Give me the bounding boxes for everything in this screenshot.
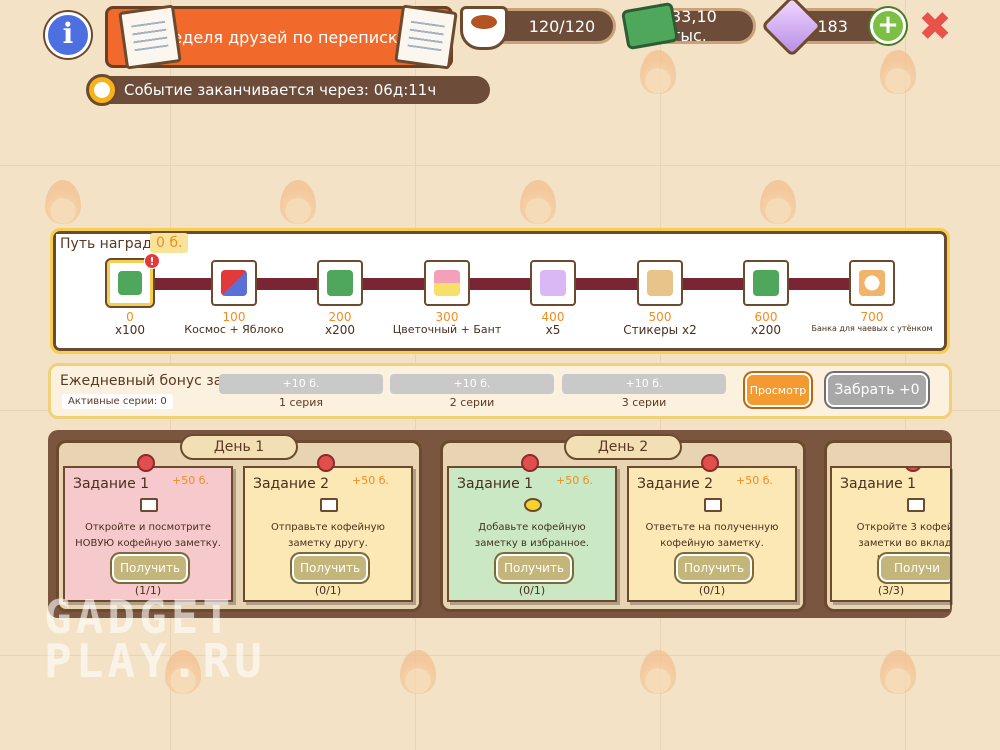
note-pad-icon bbox=[394, 4, 458, 70]
flame-decor-icon bbox=[640, 50, 676, 94]
cash-icon: ! bbox=[107, 253, 160, 306]
claim-task-button[interactable]: Получить bbox=[496, 554, 572, 582]
reward-path-points: 0 б. bbox=[150, 233, 189, 253]
add-gems-button[interactable]: + bbox=[870, 8, 906, 44]
flame-decor-icon bbox=[45, 180, 81, 224]
flame-decor-icon bbox=[640, 650, 676, 694]
gem-icon bbox=[530, 260, 576, 306]
note-pad-icon bbox=[118, 4, 182, 70]
pin-icon bbox=[317, 454, 335, 472]
day-1-tab: День 1 bbox=[180, 434, 298, 460]
stopwatch-icon bbox=[86, 74, 118, 106]
day-2-task-2-card: Задание 2 +50 б. Ответьте на полученную … bbox=[627, 454, 797, 602]
series-1-label: 1 серия bbox=[278, 396, 324, 409]
apple-space-icon bbox=[211, 260, 257, 306]
event-title: Неделя друзей по переписк bbox=[160, 27, 398, 47]
active-streak-label: Активные серии: 0 bbox=[62, 394, 173, 409]
flame-decor-icon bbox=[880, 50, 916, 94]
series-2-bar: +10 б. bbox=[390, 374, 554, 394]
view-button[interactable]: Просмотр bbox=[745, 373, 811, 407]
star-icon bbox=[524, 498, 542, 512]
event-timer: Событие заканчивается через: 06д:11ч bbox=[88, 76, 490, 104]
reward-path-title: Путь наград bbox=[56, 234, 156, 254]
day-1-task-1-card: Задание 1 +50 б. Откройте и посмотрите Н… bbox=[63, 454, 233, 602]
flame-decor-icon bbox=[280, 180, 316, 224]
claim-task-button[interactable]: Получить bbox=[292, 554, 368, 582]
claim-task-button[interactable]: Получить bbox=[676, 554, 752, 582]
day-1-task-2-card: Задание 2 +50 б. Отправьте кофейную заме… bbox=[243, 454, 413, 602]
envelope-icon bbox=[907, 498, 925, 512]
tip-jar-icon bbox=[849, 260, 895, 306]
cash-icon bbox=[317, 260, 363, 306]
watermark: GADGET PLAY.RU bbox=[44, 590, 266, 688]
series-2-label: 2 серии bbox=[449, 396, 495, 409]
series-1-bar: +10 б. bbox=[219, 374, 383, 394]
pin-icon bbox=[701, 454, 719, 472]
cash-icon bbox=[743, 260, 789, 306]
claim-task-button[interactable]: Получи bbox=[879, 554, 950, 582]
close-button[interactable]: ✖ bbox=[916, 7, 954, 47]
claim-task-button[interactable]: Получить bbox=[112, 554, 188, 582]
flame-decor-icon bbox=[520, 180, 556, 224]
milestone-700[interactable]: 700 Банка для чаевых с утёнком bbox=[792, 260, 952, 333]
series-3-label: 3 серии bbox=[621, 396, 667, 409]
pencil-note-icon bbox=[704, 498, 722, 512]
envelope-icon bbox=[140, 498, 158, 512]
coffee-cup-icon bbox=[460, 6, 508, 50]
flame-decor-icon bbox=[760, 180, 796, 224]
series-3-bar: +10 б. bbox=[562, 374, 726, 394]
letter-icon bbox=[320, 498, 338, 512]
claim-bonus-button[interactable]: Забрать +0 bbox=[826, 373, 928, 407]
info-button[interactable]: i bbox=[45, 12, 91, 58]
flame-decor-icon bbox=[880, 650, 916, 694]
day-3-task-1-card: Задание 1 Откройте 3 кофей заметки во вк… bbox=[830, 466, 950, 602]
flower-bow-icon bbox=[424, 260, 470, 306]
day-2-task-1-card: Задание 1 +50 б. Добавьте кофейную замет… bbox=[447, 454, 617, 602]
stickers-icon bbox=[637, 260, 683, 306]
day-2-tab: День 2 bbox=[564, 434, 682, 460]
flame-decor-icon bbox=[400, 650, 436, 694]
timer-text: Событие заканчивается через: 06д:11ч bbox=[124, 81, 437, 99]
pin-icon bbox=[137, 454, 155, 472]
daily-bonus-title: Ежедневный бонус за bbox=[60, 373, 223, 389]
pin-icon bbox=[904, 468, 922, 472]
pin-icon bbox=[521, 454, 539, 472]
